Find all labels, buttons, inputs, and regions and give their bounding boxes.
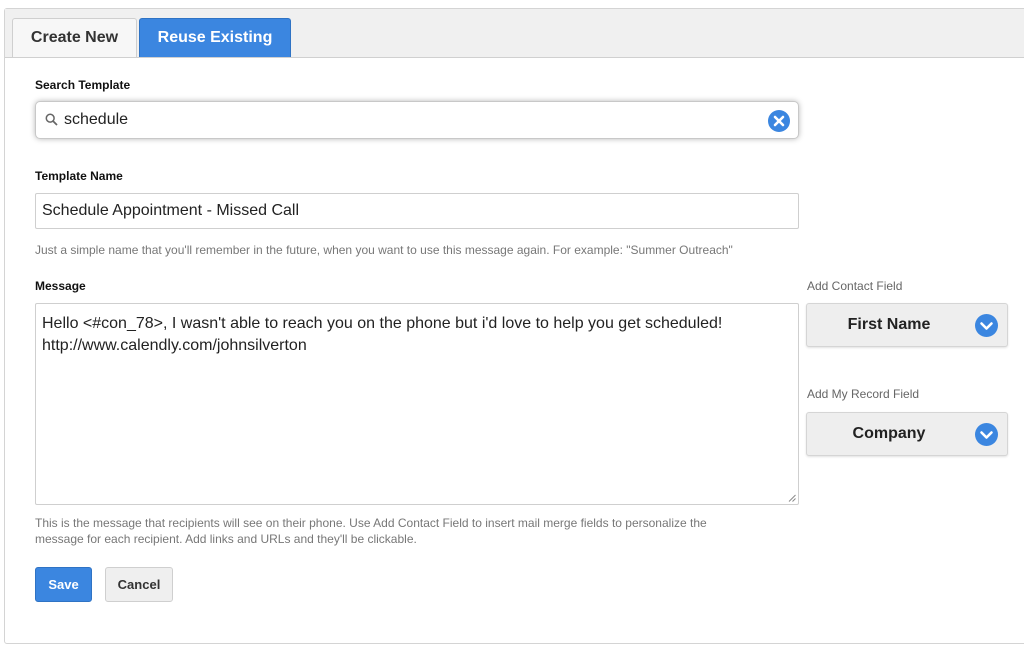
resize-handle-icon[interactable] [788, 494, 796, 502]
template-name-field[interactable]: Schedule Appointment - Missed Call [35, 193, 799, 229]
add-contact-field-value: First Name [847, 316, 931, 333]
tab-bar: Create New Reuse Existing [5, 9, 1024, 58]
add-contact-field-label: Add Contact Field [807, 279, 903, 293]
search-icon [45, 113, 58, 126]
tab-create-new[interactable]: Create New [12, 18, 137, 57]
message-line-1: Hello <#con_78>, I wasn't able to reach … [42, 315, 723, 332]
clear-search-icon[interactable] [768, 110, 790, 132]
cancel-button[interactable]: Cancel [105, 567, 173, 602]
chevron-down-circle-icon [975, 423, 998, 446]
add-my-record-field-dropdown[interactable]: Company [806, 412, 1008, 456]
chevron-down-circle-icon [975, 314, 998, 337]
message-line-2: http://www.calendly.com/johnsilverton [42, 337, 307, 354]
message-textarea[interactable]: Hello <#con_78>, I wasn't able to reach … [35, 303, 799, 505]
message-help-line-2: message for each recipient. Add links an… [35, 532, 417, 546]
message-help: This is the message that recipients will… [35, 515, 707, 547]
search-value[interactable]: schedule [64, 111, 128, 129]
search-input[interactable]: schedule [35, 101, 799, 139]
message-help-line-1: This is the message that recipients will… [35, 516, 707, 530]
add-contact-field-dropdown[interactable]: First Name [806, 303, 1008, 347]
message-label: Message [35, 279, 86, 293]
save-button[interactable]: Save [35, 567, 92, 602]
add-my-record-field-value: Company [852, 425, 926, 442]
template-panel: Create New Reuse Existing Search Templat… [4, 8, 1024, 644]
template-name-help: Just a simple name that you'll remember … [35, 243, 733, 257]
add-my-record-field-label: Add My Record Field [807, 387, 920, 401]
search-template-label: Search Template [35, 78, 131, 92]
template-name-label: Template Name [35, 169, 123, 183]
tab-reuse-existing[interactable]: Reuse Existing [139, 18, 291, 57]
